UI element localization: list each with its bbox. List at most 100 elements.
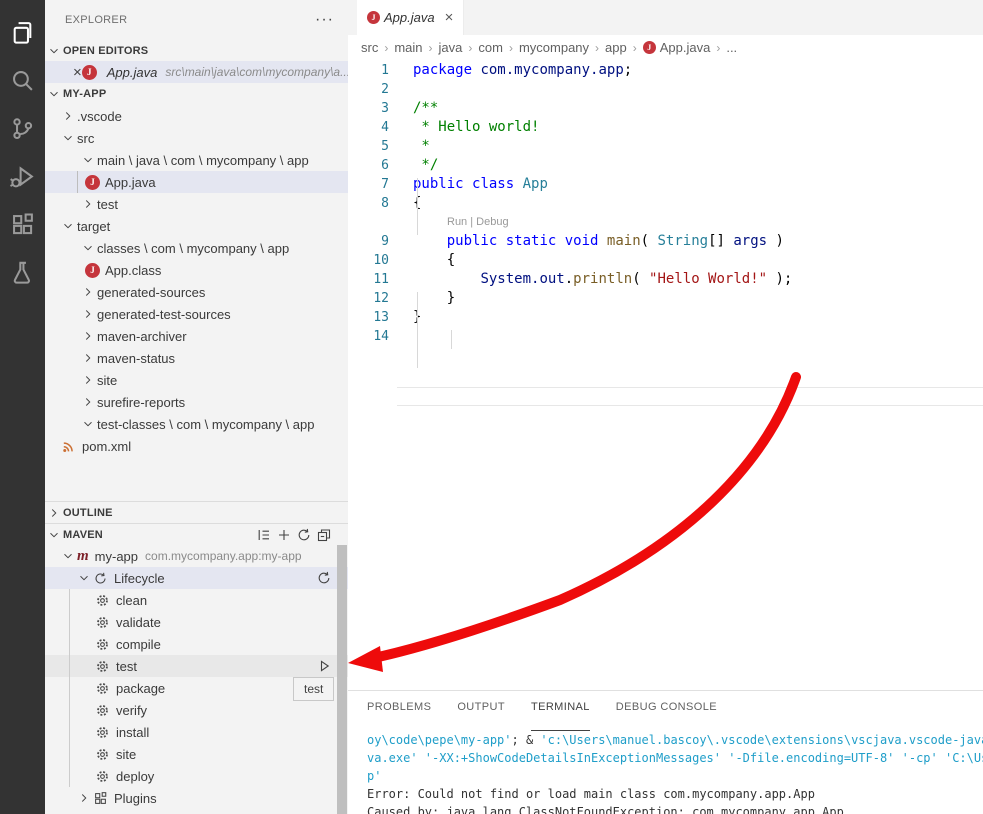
maven-item-label: package xyxy=(116,681,165,696)
file-tree-item[interactable]: site xyxy=(45,369,348,391)
code-editor[interactable]: 1package com.mycompany.app;23/**4 * Hell… xyxy=(348,60,983,690)
file-name: maven-status xyxy=(97,351,175,366)
file-tree-item[interactable]: main \ java \ com \ mycompany \ app xyxy=(45,149,348,171)
breadcrumb-item[interactable]: app xyxy=(605,40,627,55)
maven-item-label: clean xyxy=(116,593,147,608)
file-tree-item[interactable]: generated-sources xyxy=(45,281,348,303)
open-editor-item[interactable]: × J App.java src\main\java\com\mycompany… xyxy=(45,61,348,83)
list-tree-icon[interactable] xyxy=(256,527,272,543)
file-tree-item[interactable]: maven-status xyxy=(45,347,348,369)
line-number: 10 xyxy=(348,251,389,270)
panel-tab-output[interactable]: OUTPUT xyxy=(457,701,505,731)
file-tree-item[interactable]: pom.xml xyxy=(45,435,348,457)
indent-guide xyxy=(69,699,70,721)
file-tree-item[interactable]: .vscode xyxy=(45,105,348,127)
breadcrumb-item[interactable]: com xyxy=(478,40,503,55)
chevron-right-icon xyxy=(81,307,95,321)
more-actions-icon[interactable]: ··· xyxy=(315,15,334,25)
maven-item-validate[interactable]: validate xyxy=(45,611,348,633)
line-number: 4 xyxy=(348,118,389,137)
file-tree-item[interactable]: test-classes \ com \ mycompany \ app xyxy=(45,413,348,435)
breadcrumb-item[interactable]: JApp.java xyxy=(643,40,711,55)
maven-item-site[interactable]: site xyxy=(45,743,348,765)
xml-file-icon xyxy=(61,439,76,454)
code-line: 11 System.out.println( "Hello World!" ); xyxy=(348,270,983,289)
gear-icon xyxy=(95,681,110,696)
code-line: 13} xyxy=(348,308,983,327)
codelens-debug-link[interactable]: Debug xyxy=(476,216,508,228)
sidebar-scrollbar[interactable] xyxy=(337,545,347,814)
activity-testing-icon[interactable] xyxy=(0,248,45,296)
activity-search-icon[interactable] xyxy=(0,56,45,104)
activity-explorer-icon[interactable] xyxy=(0,8,45,56)
activity-source-control-icon[interactable] xyxy=(0,104,45,152)
file-tree-item[interactable]: JApp.class xyxy=(45,259,348,281)
file-tree-item[interactable]: maven-archiver xyxy=(45,325,348,347)
file-tree-item[interactable]: classes \ com \ mycompany \ app xyxy=(45,237,348,259)
gear-icon xyxy=(95,769,110,784)
file-name: generated-test-sources xyxy=(97,307,231,322)
gear-icon xyxy=(95,659,110,674)
file-tree-item[interactable]: JApp.java xyxy=(45,171,348,193)
terminal-output[interactable]: oy\code\pepe\my-app'; & 'c:\Users\manuel… xyxy=(348,731,983,814)
gear-icon xyxy=(95,615,110,630)
panel-tab-terminal[interactable]: TERMINAL xyxy=(531,701,590,731)
gear-icon xyxy=(95,637,110,652)
close-icon[interactable]: × xyxy=(445,9,454,26)
codelens-run-link[interactable]: Run xyxy=(447,216,467,228)
breadcrumb-item[interactable]: mycompany xyxy=(519,40,589,55)
breadcrumb-item[interactable]: ... xyxy=(726,40,737,55)
breadcrumb-item[interactable]: main xyxy=(394,40,422,55)
file-name: test-classes \ com \ mycompany \ app xyxy=(97,417,314,432)
java-file-icon: J xyxy=(367,11,380,24)
file-tree-item[interactable]: generated-test-sources xyxy=(45,303,348,325)
tab-app-java[interactable]: J App.java × xyxy=(357,0,464,35)
activity-extensions-icon[interactable] xyxy=(0,200,45,248)
add-icon[interactable] xyxy=(276,527,292,543)
refresh-icon[interactable] xyxy=(296,527,312,543)
testing-icon xyxy=(10,260,35,285)
maven-item-deploy[interactable]: deploy xyxy=(45,765,348,787)
refresh-icon[interactable] xyxy=(316,570,332,586)
file-tree-item[interactable]: surefire-reports xyxy=(45,391,348,413)
java-file-icon: J xyxy=(85,175,100,190)
maven-item-compile[interactable]: compile xyxy=(45,633,348,655)
chevron-right-icon xyxy=(81,285,95,299)
section-maven[interactable]: MAVEN xyxy=(45,523,348,545)
code-line: 14 xyxy=(348,327,983,346)
section-open-editors[interactable]: OPEN EDITORS xyxy=(45,40,348,61)
maven-item-test[interactable]: test xyxy=(45,655,348,677)
panel-tab-debug-console[interactable]: DEBUG CONSOLE xyxy=(616,701,717,731)
codelens: Run | Debug xyxy=(348,213,983,232)
close-icon[interactable]: × xyxy=(73,64,82,81)
inline-play-action[interactable] xyxy=(316,658,332,674)
maven-item-verify[interactable]: verify xyxy=(45,699,348,721)
play-icon[interactable] xyxy=(316,658,332,674)
file-tree-item[interactable]: test xyxy=(45,193,348,215)
maven-item-Lifecycle[interactable]: Lifecycle xyxy=(45,567,348,589)
file-tree-item[interactable]: target xyxy=(45,215,348,237)
activity-run-and-debug-icon[interactable] xyxy=(0,152,45,200)
file-name: site xyxy=(97,373,117,388)
chevron-down-icon xyxy=(77,571,91,585)
file-tree-item[interactable]: src xyxy=(45,127,348,149)
maven-item-label: test xyxy=(116,659,137,674)
inline-refresh-action[interactable] xyxy=(316,570,332,586)
breadcrumb-item[interactable]: java xyxy=(439,40,463,55)
run-and-debug-icon xyxy=(10,164,35,189)
panel-tab-problems[interactable]: PROBLEMS xyxy=(367,701,431,731)
chevron-right-icon xyxy=(81,395,95,409)
maven-item-label: my-app xyxy=(95,549,138,564)
section-outline[interactable]: OUTLINE xyxy=(45,501,348,523)
file-name: classes \ com \ mycompany \ app xyxy=(97,241,289,256)
section-project[interactable]: MY-APP xyxy=(45,83,348,105)
chevron-down-icon xyxy=(81,417,95,431)
breadcrumb-item[interactable]: src xyxy=(361,40,378,55)
maven-item-Plugins[interactable]: Plugins xyxy=(45,787,348,809)
maven-item-install[interactable]: install xyxy=(45,721,348,743)
terminal-line: Caused by: java.lang.ClassNotFoundExcept… xyxy=(367,803,983,814)
maven-item-my-app[interactable]: mmy-appcom.mycompany.app:my-app xyxy=(45,545,348,567)
collapse-all-icon[interactable] xyxy=(316,527,332,543)
indent-guide xyxy=(69,677,70,699)
maven-item-clean[interactable]: clean xyxy=(45,589,348,611)
